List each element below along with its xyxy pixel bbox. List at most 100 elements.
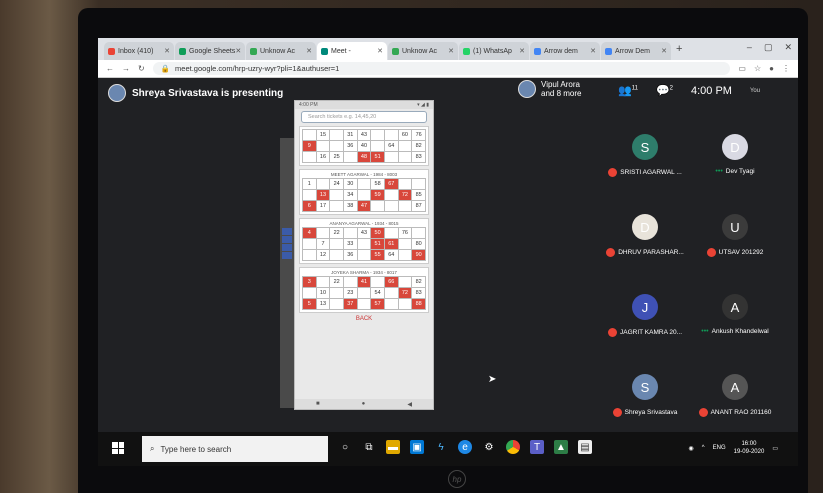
ticket-cell[interactable]: 12 bbox=[315, 249, 331, 261]
people-button[interactable]: 👥11 bbox=[618, 84, 638, 97]
ticket-cell[interactable]: 51 bbox=[370, 151, 385, 163]
star-icon[interactable]: ☆ bbox=[754, 64, 761, 73]
ticket-cell[interactable]: 72 bbox=[397, 189, 413, 201]
ticket-cell[interactable]: 87 bbox=[411, 200, 426, 212]
ticket-cell[interactable]: 36 bbox=[342, 249, 358, 261]
ticket-cell[interactable]: 43 bbox=[356, 129, 372, 141]
ticket-cell[interactable]: 47 bbox=[356, 200, 372, 212]
task-view-icon[interactable]: ⧉ bbox=[362, 440, 376, 454]
ticket-cell[interactable]: 40 bbox=[356, 140, 372, 152]
ticket-cell[interactable]: 34 bbox=[342, 189, 358, 201]
tab-close-icon[interactable]: ✕ bbox=[519, 47, 525, 55]
ticket-cell[interactable]: 76 bbox=[411, 129, 426, 141]
browser-tab[interactable]: Meet - ✕ bbox=[317, 42, 387, 60]
tray-clock[interactable]: 16:00 19-09-2020 bbox=[734, 440, 765, 456]
ticket-cell[interactable] bbox=[329, 200, 344, 212]
browser-tab[interactable]: Google Sheets ✕ bbox=[175, 42, 245, 60]
windows-start-icon[interactable] bbox=[112, 442, 124, 454]
tab-close-icon[interactable]: ✕ bbox=[661, 47, 667, 55]
ticket-cell[interactable]: 25 bbox=[329, 151, 344, 163]
notification-icon[interactable]: ▭ bbox=[772, 445, 778, 452]
taskbar-search-input[interactable]: ⌕ Type here to search bbox=[142, 436, 328, 462]
recent-apps-icon[interactable]: ■ bbox=[316, 401, 320, 407]
ticket-cell[interactable]: 66 bbox=[383, 276, 399, 288]
profile-icon[interactable]: ● bbox=[769, 64, 774, 73]
ticket-cell[interactable]: 36 bbox=[342, 140, 358, 152]
ticket-cell[interactable]: 22 bbox=[329, 227, 344, 239]
photos-icon[interactable]: ▲ bbox=[554, 440, 568, 454]
ticket-cell[interactable]: 51 bbox=[370, 238, 385, 250]
browser-tab[interactable]: Arrow dem ✕ bbox=[530, 42, 600, 60]
chevron-up-icon[interactable]: ^ bbox=[702, 445, 705, 451]
tab-close-icon[interactable]: ✕ bbox=[235, 47, 241, 55]
ticket-cell[interactable]: 48 bbox=[356, 151, 372, 163]
ticket-cell[interactable]: 43 bbox=[356, 227, 372, 239]
ticket-cell[interactable] bbox=[370, 140, 385, 152]
ticket-cell[interactable] bbox=[383, 227, 399, 239]
ticket-cell[interactable]: 4 bbox=[302, 227, 317, 239]
ticket-cell[interactable] bbox=[397, 238, 413, 250]
maximize-icon[interactable]: ▢ bbox=[764, 42, 773, 53]
minimize-icon[interactable]: – bbox=[747, 42, 752, 53]
ticket-cell[interactable] bbox=[397, 178, 413, 190]
ticket-cell[interactable]: 88 bbox=[411, 298, 426, 310]
settings-icon[interactable]: ⚙ bbox=[482, 440, 496, 454]
ticket-cell[interactable]: 30 bbox=[342, 178, 358, 190]
tab-close-icon[interactable]: ✕ bbox=[448, 47, 454, 55]
participant-tile[interactable]: A ••• Ankush Khandelwal bbox=[690, 290, 780, 352]
ticket-cell[interactable]: 72 bbox=[397, 287, 413, 299]
ticket-cell[interactable] bbox=[329, 189, 344, 201]
ticket-cell[interactable] bbox=[383, 129, 399, 141]
ticket-cell[interactable] bbox=[329, 298, 344, 310]
tab-close-icon[interactable]: ✕ bbox=[306, 47, 312, 55]
participant-tile[interactable]: S Shreya Srivastava bbox=[600, 370, 690, 432]
tab-close-icon[interactable]: ✕ bbox=[164, 47, 170, 55]
participant-tile[interactable]: D ••• Dev Tyagi bbox=[690, 130, 780, 192]
ticket-cell[interactable]: 1 bbox=[302, 178, 317, 190]
file-explorer-icon[interactable]: ▬ bbox=[386, 440, 400, 454]
ticket-cell[interactable]: 13 bbox=[315, 298, 331, 310]
ticket-search-input[interactable]: Search tickets e.g. 14,45,20 bbox=[301, 111, 427, 123]
ticket-cell[interactable] bbox=[315, 140, 331, 152]
zap-icon[interactable]: ϟ bbox=[434, 440, 448, 454]
ticket-cell[interactable]: 83 bbox=[411, 287, 426, 299]
ticket-cell[interactable] bbox=[302, 238, 317, 250]
document-icon[interactable]: ▤ bbox=[578, 440, 592, 454]
ticket-cell[interactable]: 80 bbox=[411, 238, 426, 250]
chrome-icon[interactable] bbox=[506, 440, 520, 454]
ticket-cell[interactable] bbox=[329, 249, 344, 261]
ticket-cell[interactable]: 82 bbox=[411, 276, 426, 288]
browser-tab[interactable]: Arrow Dem ✕ bbox=[601, 42, 671, 60]
ticket-cell[interactable] bbox=[302, 129, 317, 141]
ticket-cell[interactable]: 85 bbox=[411, 189, 426, 201]
participant-tile[interactable]: J JAGRIT KAMRA 20... bbox=[600, 290, 690, 352]
ticket-cell[interactable]: 9 bbox=[302, 140, 317, 152]
ticket-cell[interactable] bbox=[329, 238, 344, 250]
ticket-cell[interactable]: 17 bbox=[315, 200, 331, 212]
ticket-cell[interactable] bbox=[383, 298, 399, 310]
ticket-cell[interactable] bbox=[383, 151, 399, 163]
menu-icon[interactable]: ⋮ bbox=[782, 64, 790, 73]
ticket-cell[interactable] bbox=[329, 287, 344, 299]
language-indicator[interactable]: ENG bbox=[713, 445, 726, 451]
ticket-cell[interactable]: 5 bbox=[302, 298, 317, 310]
participant-tile[interactable]: D DHRUV PARASHAR... bbox=[600, 210, 690, 272]
ticket-cell[interactable] bbox=[383, 200, 399, 212]
ticket-cell[interactable] bbox=[411, 178, 426, 190]
participant-tile[interactable]: U UTSAV 201292 bbox=[690, 210, 780, 272]
ticket-cell[interactable]: 61 bbox=[383, 238, 399, 250]
ticket-cell[interactable] bbox=[383, 287, 399, 299]
ticket-cell[interactable] bbox=[356, 287, 372, 299]
ticket-cell[interactable]: 76 bbox=[397, 227, 413, 239]
ticket-cell[interactable]: 59 bbox=[370, 189, 385, 201]
ticket-cell[interactable]: 90 bbox=[411, 249, 426, 261]
browser-tab[interactable]: Unknow Ac ✕ bbox=[246, 42, 316, 60]
ticket-cell[interactable] bbox=[302, 287, 317, 299]
ticket-cell[interactable]: 50 bbox=[370, 227, 385, 239]
ticket-cell[interactable] bbox=[397, 276, 413, 288]
ticket-cell[interactable] bbox=[397, 140, 413, 152]
ticket-cell[interactable] bbox=[397, 200, 413, 212]
ticket-cell[interactable] bbox=[356, 238, 372, 250]
chat-button[interactable]: 💬2 bbox=[656, 84, 673, 97]
browser-tab[interactable]: (1) WhatsAp ✕ bbox=[459, 42, 529, 60]
